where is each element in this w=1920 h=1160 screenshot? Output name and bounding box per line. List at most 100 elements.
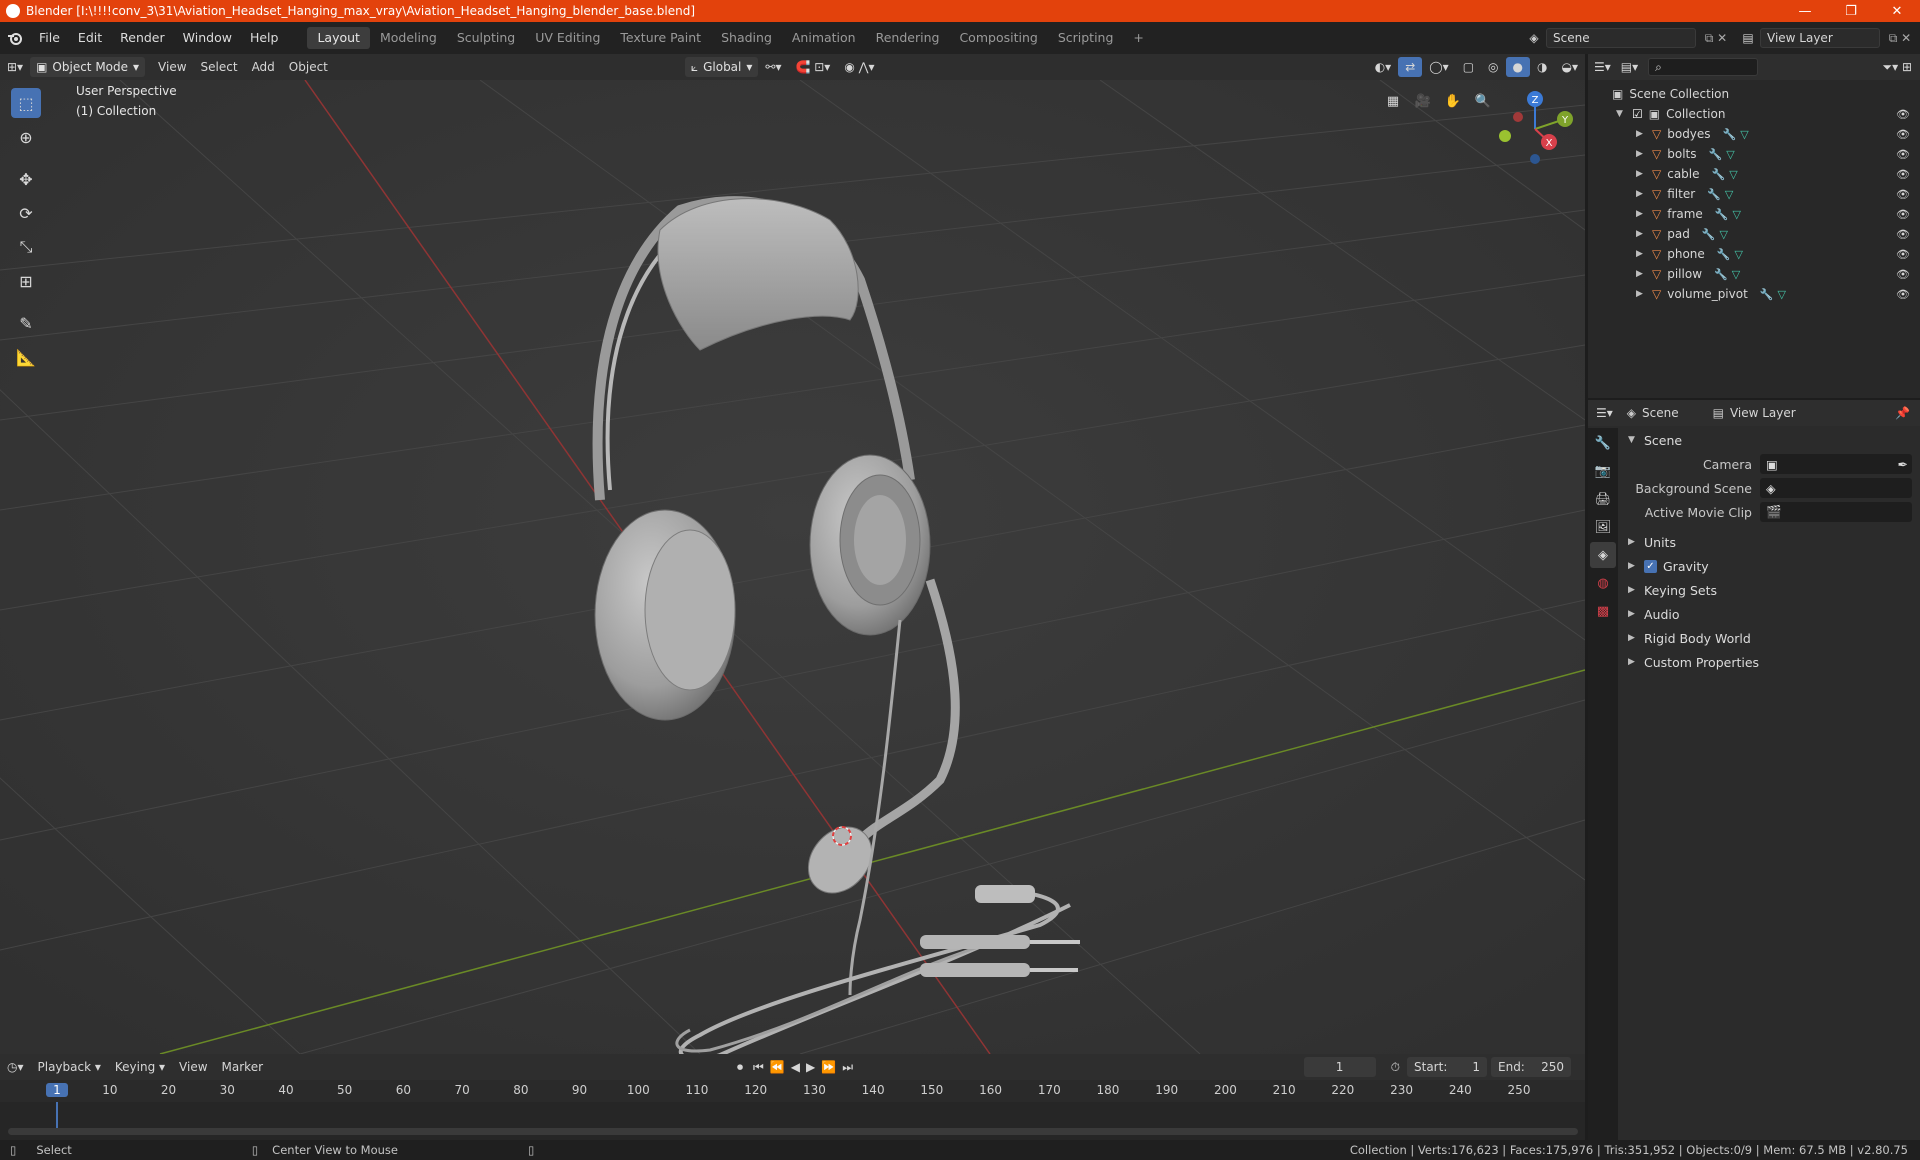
modifier-icon[interactable]: 🔧: [1707, 188, 1721, 201]
pin-icon[interactable]: 📌: [1895, 406, 1910, 420]
close-button[interactable]: ✕: [1874, 0, 1920, 22]
shading-wireframe-icon[interactable]: ◎: [1481, 57, 1505, 77]
menu-window[interactable]: Window: [174, 27, 241, 49]
scene-field[interactable]: Scene: [1546, 28, 1696, 48]
scene-tab-icon[interactable]: ◈: [1590, 542, 1616, 568]
menu-keying[interactable]: Keying ▾: [108, 1057, 172, 1077]
eyedropper-icon[interactable]: ✒: [1898, 457, 1908, 472]
modifier-icon[interactable]: 🔧: [1702, 228, 1716, 241]
expand-icon[interactable]: ▶: [1636, 229, 1646, 239]
mesh-data-icon[interactable]: ▽: [1778, 288, 1786, 301]
scene-copy-icon[interactable]: ⧉ ✕: [1696, 31, 1736, 46]
eye-icon[interactable]: 👁: [1896, 128, 1910, 141]
outliner-item-filter[interactable]: ▶ ▽ filter 🔧 ▽ 👁: [1588, 184, 1920, 204]
jump-end-icon[interactable]: ⏭: [839, 1057, 856, 1077]
cursor-tool-icon[interactable]: ⊕: [11, 122, 41, 152]
expand-icon[interactable]: ▶: [1636, 129, 1646, 139]
eye-icon[interactable]: 👁: [1896, 148, 1910, 161]
tab-scripting[interactable]: Scripting: [1048, 27, 1124, 49]
proportional-edit-icon[interactable]: ◉ ⋀▾: [837, 57, 881, 77]
mesh-data-icon[interactable]: ▽: [1732, 268, 1740, 281]
expand-icon[interactable]: ▶: [1636, 189, 1646, 199]
menu-render[interactable]: Render: [111, 27, 174, 49]
outliner-item-bolts[interactable]: ▶ ▽ bolts 🔧 ▽ 👁: [1588, 144, 1920, 164]
section-audio[interactable]: ▶ Audio: [1620, 602, 1920, 626]
modifier-icon[interactable]: 🔧: [1723, 128, 1737, 141]
gizmo-toggle-icon[interactable]: ⇄: [1398, 57, 1423, 77]
editor-type-icon[interactable]: ⊞▾: [0, 57, 30, 77]
scene-selector-icon[interactable]: ◈: [1522, 31, 1546, 45]
section-gravity[interactable]: ▶ ✓ Gravity: [1620, 554, 1920, 578]
mesh-data-icon[interactable]: ▽: [1726, 148, 1734, 161]
outliner-item-volume-pivot[interactable]: ▶ ▽ volume_pivot 🔧 ▽ 👁: [1588, 284, 1920, 304]
transform-orientation-dropdown[interactable]: ⟀ Global ▾: [684, 57, 759, 77]
expand-icon[interactable]: ▶: [1636, 289, 1646, 299]
active-movie-clip-field[interactable]: 🎬: [1760, 502, 1912, 522]
mesh-data-icon[interactable]: ▽: [1735, 248, 1743, 261]
camera-field[interactable]: ▣ ✒: [1760, 454, 1912, 474]
jump-start-icon[interactable]: ⏮: [750, 1057, 767, 1077]
menu-file[interactable]: File: [30, 27, 69, 49]
menu-playback[interactable]: Playback ▾: [31, 1057, 108, 1077]
modifier-icon[interactable]: 🔧: [1715, 208, 1729, 221]
outliner-item-pad[interactable]: ▶ ▽ pad 🔧 ▽ 👁: [1588, 224, 1920, 244]
scene-panel-header[interactable]: ▼ Scene: [1620, 428, 1920, 452]
record-icon[interactable]: ⏺: [730, 1057, 750, 1077]
modifier-icon[interactable]: 🔧: [1712, 168, 1726, 181]
tab-layout[interactable]: Layout: [307, 27, 370, 49]
mesh-data-icon[interactable]: ▽: [1729, 168, 1737, 181]
rotate-tool-icon[interactable]: ⟳: [11, 198, 41, 228]
timeline-editor-type-icon[interactable]: ◷▾: [0, 1057, 31, 1077]
filter-icon[interactable]: ⏷▾ ⊞: [1883, 60, 1913, 75]
pivot-icon[interactable]: ⚯▾: [758, 57, 788, 77]
eye-icon[interactable]: 👁: [1896, 108, 1910, 121]
camera-view-icon[interactable]: 🎥: [1410, 88, 1436, 114]
transform-tool-icon[interactable]: ⊞: [11, 266, 41, 296]
outliner-editor-type-icon[interactable]: ☰▾: [1594, 60, 1611, 74]
expand-icon[interactable]: ▶: [1636, 169, 1646, 179]
tab-animation[interactable]: Animation: [782, 27, 866, 49]
timeline-ruler[interactable]: 1 10 20 30 40 50 60 70 80 90 100 110 120 130 140 150 160…: [0, 1080, 1585, 1102]
outliner-item-phone[interactable]: ▶ ▽ phone 🔧 ▽ 👁: [1588, 244, 1920, 264]
stopwatch-icon[interactable]: ⏱: [1384, 1057, 1407, 1077]
eye-icon[interactable]: 👁: [1896, 248, 1910, 261]
menu-view[interactable]: View: [151, 57, 193, 77]
checkbox-icon[interactable]: ☑: [1632, 107, 1643, 121]
texture-tab-icon[interactable]: ▩: [1590, 598, 1616, 624]
outliner-item-frame[interactable]: ▶ ▽ frame 🔧 ▽ 👁: [1588, 204, 1920, 224]
menu-select[interactable]: Select: [194, 57, 245, 77]
menu-edit[interactable]: Edit: [69, 27, 111, 49]
section-keying-sets[interactable]: ▶ Keying Sets: [1620, 578, 1920, 602]
expand-icon[interactable]: ▶: [1636, 269, 1646, 279]
expand-icon[interactable]: ▶: [1636, 209, 1646, 219]
visibility-icon[interactable]: ◐▾: [1368, 57, 1399, 77]
menu-add[interactable]: Add: [245, 57, 282, 77]
expand-icon[interactable]: ▶: [1636, 149, 1646, 159]
world-tab-icon[interactable]: ◍: [1590, 570, 1616, 596]
background-scene-field[interactable]: ◈: [1760, 478, 1912, 498]
modifier-icon[interactable]: 🔧: [1760, 288, 1774, 301]
eye-icon[interactable]: 👁: [1896, 228, 1910, 241]
outliner-scene-collection[interactable]: ▣ Scene Collection: [1588, 84, 1920, 104]
modifier-icon[interactable]: 🔧: [1714, 268, 1728, 281]
3d-viewport[interactable]: User Perspective (1) Collection ⬚ ⊕ ✥ ⟳ …: [0, 80, 1585, 1054]
shading-material-icon[interactable]: ◑: [1530, 57, 1554, 77]
display-mode-icon[interactable]: ▤▾: [1621, 60, 1638, 74]
end-frame-field[interactable]: End: 250: [1491, 1057, 1571, 1077]
gravity-checkbox[interactable]: ✓: [1644, 559, 1657, 573]
tab-compositing[interactable]: Compositing: [949, 27, 1047, 49]
shading-rendered-icon[interactable]: ◒▾: [1555, 57, 1586, 77]
shading-solid-icon[interactable]: ●: [1505, 57, 1531, 77]
eye-icon[interactable]: 👁: [1896, 168, 1910, 181]
orientation-gizmo[interactable]: Z Y X: [1490, 84, 1580, 174]
expand-icon[interactable]: ▶: [1636, 249, 1646, 259]
pan-hand-icon[interactable]: ✋: [1440, 88, 1466, 114]
outliner-collection[interactable]: ▼ ☑ ▣ Collection 👁: [1588, 104, 1920, 124]
add-workspace-icon[interactable]: +: [1123, 27, 1153, 49]
scale-tool-icon[interactable]: ⤡: [11, 232, 41, 262]
timeline-scrollbar[interactable]: [8, 1128, 1578, 1135]
minimize-button[interactable]: —: [1782, 0, 1828, 22]
outliner-item-bodyes[interactable]: ▶ ▽ bodyes 🔧 ▽ 👁: [1588, 124, 1920, 144]
menu-help[interactable]: Help: [241, 27, 288, 49]
mesh-data-icon[interactable]: ▽: [1740, 128, 1748, 141]
